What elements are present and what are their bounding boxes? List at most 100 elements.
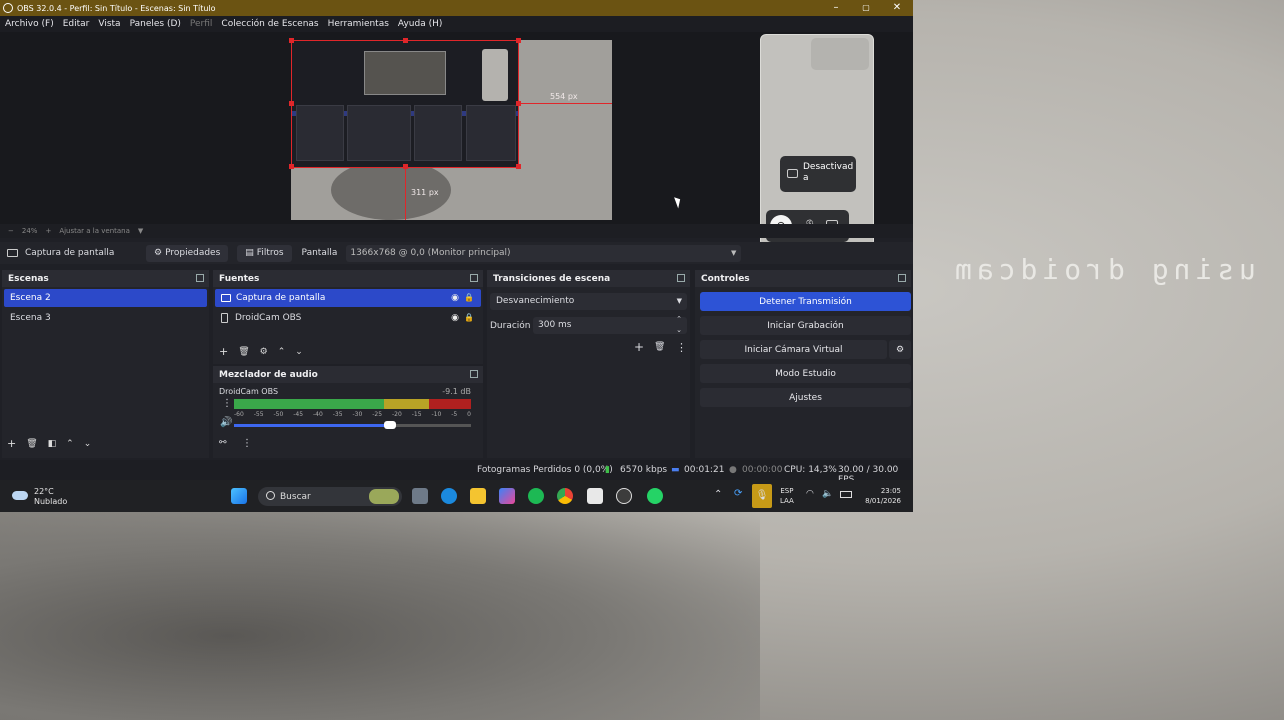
- sync-icon[interactable]: ⟳: [734, 488, 742, 499]
- taskbar-search[interactable]: Buscar: [258, 487, 402, 506]
- obs-taskbar-icon[interactable]: [616, 488, 632, 504]
- filters-button[interactable]: ▤ Filtros: [237, 244, 292, 262]
- spotify-icon[interactable]: [528, 488, 544, 504]
- windows-start-icon[interactable]: [231, 488, 247, 504]
- resize-handle[interactable]: [289, 164, 294, 169]
- scene-item[interactable]: Escena 2: [4, 289, 207, 307]
- window-title: OBS 32.0.4 - Perfil: Sin Título - Escena…: [17, 3, 216, 13]
- gear-icon[interactable]: ⚙: [260, 347, 268, 357]
- weather-widget[interactable]: 22°C Nublado: [12, 487, 67, 507]
- system-clock[interactable]: 23:05 8/01/2026: [865, 486, 901, 506]
- add-icon[interactable]: +: [219, 345, 228, 358]
- edge-icon[interactable]: [441, 488, 457, 504]
- minimize-button[interactable]: –: [821, 0, 851, 16]
- zoom-in-button[interactable]: +: [45, 227, 51, 235]
- fit-window-button[interactable]: Ajustar a la ventana: [59, 227, 130, 235]
- kebab-menu-icon[interactable]: ⋮: [676, 341, 687, 354]
- close-button[interactable]: ✕: [882, 0, 912, 16]
- chevron-up-icon[interactable]: ⌃: [66, 439, 74, 449]
- resize-handle[interactable]: [516, 38, 521, 43]
- chevron-up-icon[interactable]: ⌃: [278, 347, 286, 357]
- zoom-out-button[interactable]: −: [8, 227, 14, 235]
- resize-handle[interactable]: [403, 38, 408, 43]
- display-select[interactable]: 1366x768 @ 0,0 (Monitor principal) ▼: [346, 244, 742, 262]
- meter-ticks: -60 -55 -50 -45 -40 -35 -30 -25 -20 -15 …: [234, 411, 471, 418]
- menu-editar[interactable]: Editar: [63, 19, 90, 29]
- maximize-button[interactable]: ▢: [851, 0, 881, 16]
- scenes-dock: Escenas Escena 2 Escena 3 + 🗑 ◧ ⌃ ⌄: [2, 270, 209, 458]
- properties-button[interactable]: ⚙ Propiedades: [146, 244, 229, 262]
- settings-button[interactable]: Ajustes: [700, 388, 911, 407]
- menu-herramientas[interactable]: Herramientas: [328, 19, 389, 29]
- undock-icon[interactable]: [898, 274, 906, 282]
- source-item[interactable]: DroidCam OBS ◉ 🔒: [215, 309, 481, 327]
- stop-streaming-button[interactable]: Detener Transmisión: [700, 292, 911, 311]
- undock-icon[interactable]: [470, 274, 478, 282]
- kebab-menu-icon[interactable]: ⋮: [222, 398, 232, 409]
- speaker-icon[interactable]: 🔈: [822, 489, 833, 499]
- spinner-icon[interactable]: ⌃ ⌄: [676, 314, 682, 336]
- volume-slider[interactable]: [234, 421, 471, 429]
- studio-mode-button[interactable]: Modo Estudio: [700, 364, 911, 383]
- menu-archivo[interactable]: Archivo (F): [5, 19, 54, 29]
- scene-filter-icon[interactable]: ◧: [48, 439, 57, 449]
- menu-perfil[interactable]: Perfil: [190, 19, 213, 29]
- add-icon[interactable]: +: [634, 340, 644, 354]
- menu-paneles[interactable]: Paneles (D): [130, 19, 181, 29]
- scene-item[interactable]: Escena 3: [4, 309, 207, 327]
- virtual-camera-settings-button[interactable]: ⚙: [889, 340, 911, 359]
- transition-select[interactable]: Desvanecimiento ▼: [490, 293, 687, 310]
- zoom-level: 24%: [21, 227, 38, 235]
- eye-icon[interactable]: ◉: [451, 313, 459, 323]
- preview-phone-overlay[interactable]: Desactivad a ⊘ 🎙: [760, 34, 874, 247]
- obs-window: OBS 32.0.4 - Perfil: Sin Título - Escena…: [0, 0, 913, 512]
- link-icon[interactable]: ⚯: [219, 438, 227, 448]
- task-view-icon[interactable]: [412, 488, 428, 504]
- windows-taskbar: 22°C Nublado Buscar ⌃ ⟳ 🎙 ESP LAA ◠ 🔈 23…: [0, 480, 913, 512]
- undock-icon[interactable]: [677, 274, 685, 282]
- lock-icon[interactable]: 🔒: [464, 313, 474, 322]
- chevron-down-icon: ▼: [730, 248, 737, 257]
- trash-icon[interactable]: 🗑: [26, 439, 37, 449]
- zoom-menu-icon[interactable]: ▼: [138, 227, 143, 235]
- trash-icon[interactable]: 🗑: [654, 342, 665, 352]
- folder-icon[interactable]: [470, 488, 486, 504]
- volume-icon[interactable]: 🔊: [220, 417, 232, 428]
- height-distance-label: 311 px: [411, 188, 439, 197]
- undock-icon[interactable]: [470, 370, 478, 378]
- chevron-down-icon: ▼: [676, 297, 682, 305]
- audio-level-meter: [234, 399, 471, 409]
- trash-icon[interactable]: 🗑: [238, 347, 249, 357]
- menu-vista[interactable]: Vista: [98, 19, 120, 29]
- copilot-icon[interactable]: [499, 488, 515, 504]
- chrome-icon[interactable]: [557, 488, 573, 504]
- preview-screen-capture[interactable]: [291, 40, 519, 168]
- resize-handle[interactable]: [289, 101, 294, 106]
- resize-handle[interactable]: [289, 38, 294, 43]
- chevron-down-icon[interactable]: ⌄: [84, 439, 92, 449]
- start-virtual-camera-button[interactable]: Iniciar Cámara Virtual: [700, 340, 887, 359]
- battery-icon[interactable]: [840, 491, 852, 498]
- lock-icon[interactable]: 🔒: [464, 293, 474, 302]
- obs-logo-icon: [3, 3, 13, 13]
- resize-handle[interactable]: [516, 164, 521, 169]
- source-item[interactable]: Captura de pantalla ◉ 🔒: [215, 289, 481, 307]
- microphone-in-use-icon[interactable]: 🎙: [752, 484, 772, 508]
- volume-slider-handle[interactable]: [384, 421, 397, 429]
- chevron-up-icon[interactable]: ⌃: [714, 489, 722, 500]
- kebab-menu-icon[interactable]: ⋮: [242, 438, 252, 449]
- menu-ayuda[interactable]: Ayuda (H): [398, 19, 442, 29]
- undock-icon[interactable]: [196, 274, 204, 282]
- eye-icon[interactable]: ◉: [451, 293, 459, 303]
- language-indicator[interactable]: ESP LAA: [780, 486, 794, 506]
- overlay-mirrored-text: using droidcam: [949, 253, 1256, 286]
- menu-coleccion[interactable]: Colección de Escenas: [221, 19, 318, 29]
- chevron-down-icon[interactable]: ⌄: [295, 347, 303, 357]
- wifi-icon[interactable]: ◠: [806, 489, 814, 499]
- store-icon[interactable]: [587, 488, 603, 504]
- add-icon[interactable]: +: [7, 437, 16, 450]
- duration-input[interactable]: 300 ms ⌃ ⌄: [533, 314, 687, 336]
- start-recording-button[interactable]: Iniciar Grabación: [700, 316, 911, 335]
- camera-disabled-toast: Desactivad a: [780, 156, 856, 192]
- whatsapp-icon[interactable]: [647, 488, 663, 504]
